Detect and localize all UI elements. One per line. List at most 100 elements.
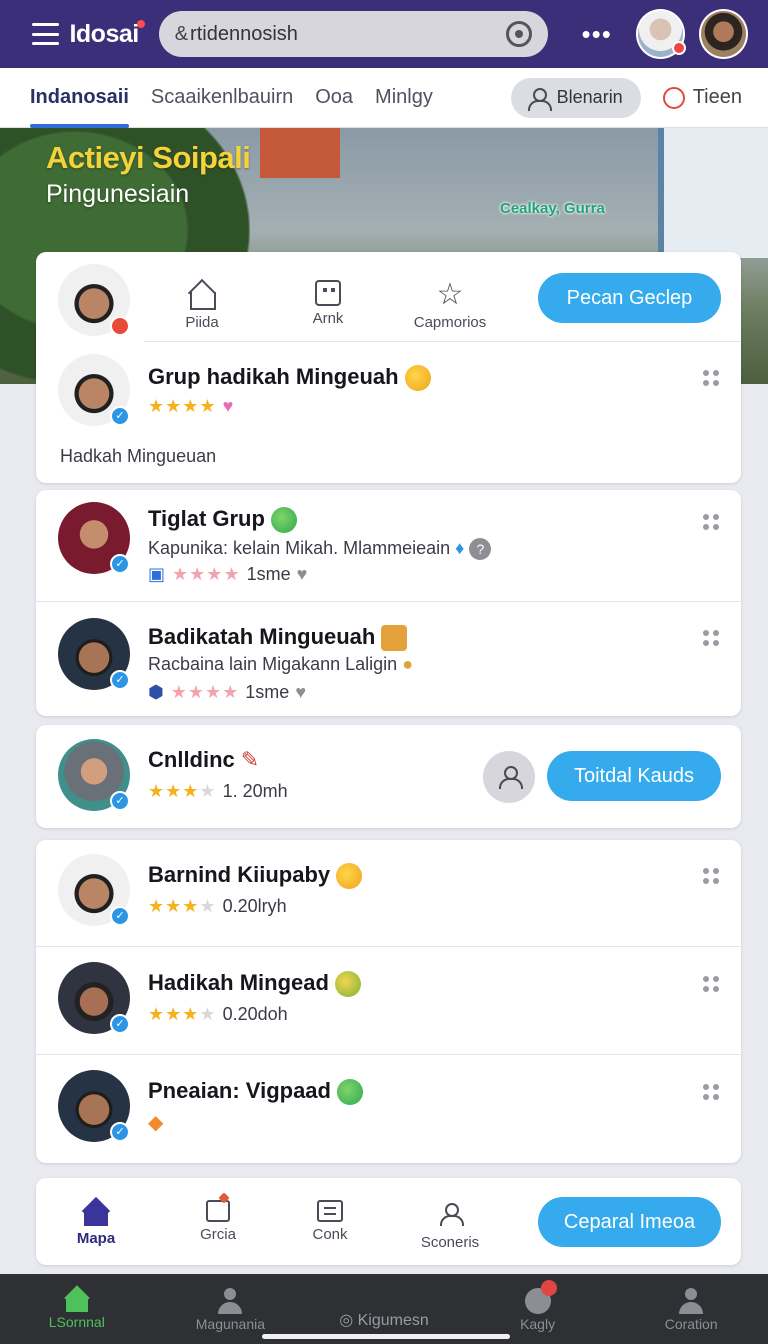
avatar[interactable]: ✓ [58,1070,130,1142]
hero-background-roof [260,128,340,178]
drag-handle-icon[interactable] [703,976,719,992]
item-subtitle: Kapunika: kelain Mikah. Mlammeieain ♦ ? [148,538,492,560]
person-icon [527,87,552,111]
item-name[interactable]: Tiglat Grup [148,506,297,534]
toolbar-label: Grcia [200,1226,236,1243]
home-icon [187,280,217,310]
item-name[interactable]: Hadikah Mingead [148,970,361,998]
nav-label: Capmorios [413,314,487,331]
nav-label: Coration [664,1316,718,1332]
hero-tag: Cealkay, Gurra [500,200,605,217]
nav-label: Arnk [312,310,344,327]
toolbar-sconeris[interactable]: Sconeris [400,1200,500,1251]
time-tab[interactable]: Tieen [662,86,742,109]
top-app-bar: Idosai & rtidennosish ••• [0,0,768,68]
add-contact-button[interactable] [483,751,535,803]
star-icon: ☆ [436,278,464,311]
toolbar-label: Mapa [76,1230,116,1247]
nav-piida[interactable]: Piida [152,280,252,331]
verified-icon: ✓ [110,1014,130,1034]
verified-icon: ✓ [110,1122,130,1142]
grid-icon [315,280,341,306]
drag-handle-icon[interactable] [703,1084,719,1100]
brand-label: Idosai [69,19,139,48]
notification-dot [136,19,145,28]
filter-button-label: Blenarin [556,87,623,107]
item-name[interactable]: Barnind Kiiupaby [148,862,363,890]
toolbar-grcia[interactable]: Grcia [168,1200,268,1243]
hero-background-building [658,128,768,258]
avatar[interactable] [58,264,130,336]
emoji-icon [404,365,431,392]
action-toolbar: Mapa Grcia Conk Sconeris Ceparal Imeoa [36,1178,741,1265]
pecan-geclep-button[interactable]: Pecan Geclep [538,273,721,323]
app-brand[interactable]: Idosai [69,19,145,49]
rating-stars: ▣ ★★★★ 1sme ♥ [148,564,309,584]
item-name[interactable]: Badikatah Mingueuah [148,624,408,652]
avatar[interactable]: ✓ [58,962,130,1034]
item-name[interactable]: Grup hadikah Mingeuah [148,364,431,392]
nav-label: LSornnal [48,1314,105,1330]
fire-icon: ◆ [148,1112,164,1134]
nav-label: Magunania [195,1316,266,1332]
avatar[interactable]: ✓ [58,354,130,426]
verified-icon: ✓ [110,791,130,811]
nav-arnk[interactable]: Arnk [278,280,378,327]
nav-label: ◎ Kigumesn [339,1312,429,1329]
toitdal-kauds-button[interactable]: Toitdal Kauds [547,751,721,801]
home-indicator [262,1334,510,1339]
item-name[interactable]: Pneaian: Vigpaad [148,1078,363,1106]
tab-indanosaii[interactable]: Indanosaii [30,68,129,128]
rating-stars: ★★★★ 1. 20mh [148,781,288,801]
toolbar-label: Sconeris [420,1234,480,1251]
menu-icon[interactable] [32,23,60,45]
member-list-card: ✓ Barnind Kiiupaby ★★★★ 0.20lryh ✓ Hadika… [36,840,741,1163]
drag-handle-icon[interactable] [703,868,719,884]
divider [36,946,741,947]
profile-card: Piida Arnk ☆ Capmorios Pecan Geclep ✓ Gr… [36,252,741,483]
item-subtitle: Racbaina lain Migakann Laligin ● [148,654,414,674]
drag-handle-icon[interactable] [703,630,719,646]
box-icon [381,625,408,652]
filter-button[interactable]: Blenarin [510,77,641,118]
nav-coration[interactable]: Coration [614,1274,768,1344]
avatar[interactable]: ✓ [58,854,130,926]
profile-avatar[interactable] [698,9,749,59]
rating-stars: ★★★★ 0.20lryh [148,896,287,916]
emoji-icon [336,863,363,890]
nav-capmorios[interactable]: ☆ Capmorios [400,278,500,332]
search-input[interactable]: rtidennosish [190,23,505,46]
avatar[interactable]: ✓ [58,502,130,574]
user-avatar[interactable] [635,9,686,59]
item-name[interactable]: Cnlldinc ✎ [148,747,259,773]
group-card: ✓ Tiglat Grup Kapunika: kelain Mikah. Ml… [36,490,741,716]
nav-lsornnal[interactable]: LSornnal [0,1274,154,1344]
avatar[interactable]: ✓ [58,739,130,811]
hero-subtitle: Pingunesiain [46,180,190,208]
badge-icon [334,971,361,998]
tab-ooa[interactable]: Ooa [315,68,353,128]
clock-icon [662,86,685,109]
person-icon [435,1200,465,1230]
search-bar[interactable]: & rtidennosish [158,11,548,57]
trend-icon [270,507,297,534]
nav-label: Piida [185,314,219,331]
person-icon [217,1288,243,1314]
home-icon [64,1288,90,1312]
settings-icon[interactable] [505,21,532,47]
verified-icon: ✓ [110,554,130,574]
more-options-icon[interactable]: ••• [582,19,612,50]
tab-scaaikenlbauirn[interactable]: Scaaikenlbauirn [151,68,293,128]
notification-dot [540,1280,557,1296]
edit-icon [206,1200,230,1222]
toolbar-conk[interactable]: Conk [280,1200,380,1243]
toolbar-label: Conk [312,1226,348,1243]
ceparal-imeoa-button[interactable]: Ceparal Imeoa [538,1197,721,1247]
toolbar-mapa[interactable]: Mapa [46,1200,146,1247]
tab-minlgy[interactable]: Minlgy [375,68,433,128]
drag-handle-icon[interactable] [703,514,719,530]
item-note: Hadkah Mingueuan [60,446,217,466]
disc-icon [524,1280,557,1314]
avatar[interactable]: ✓ [58,618,130,690]
drag-handle-icon[interactable] [703,370,719,386]
